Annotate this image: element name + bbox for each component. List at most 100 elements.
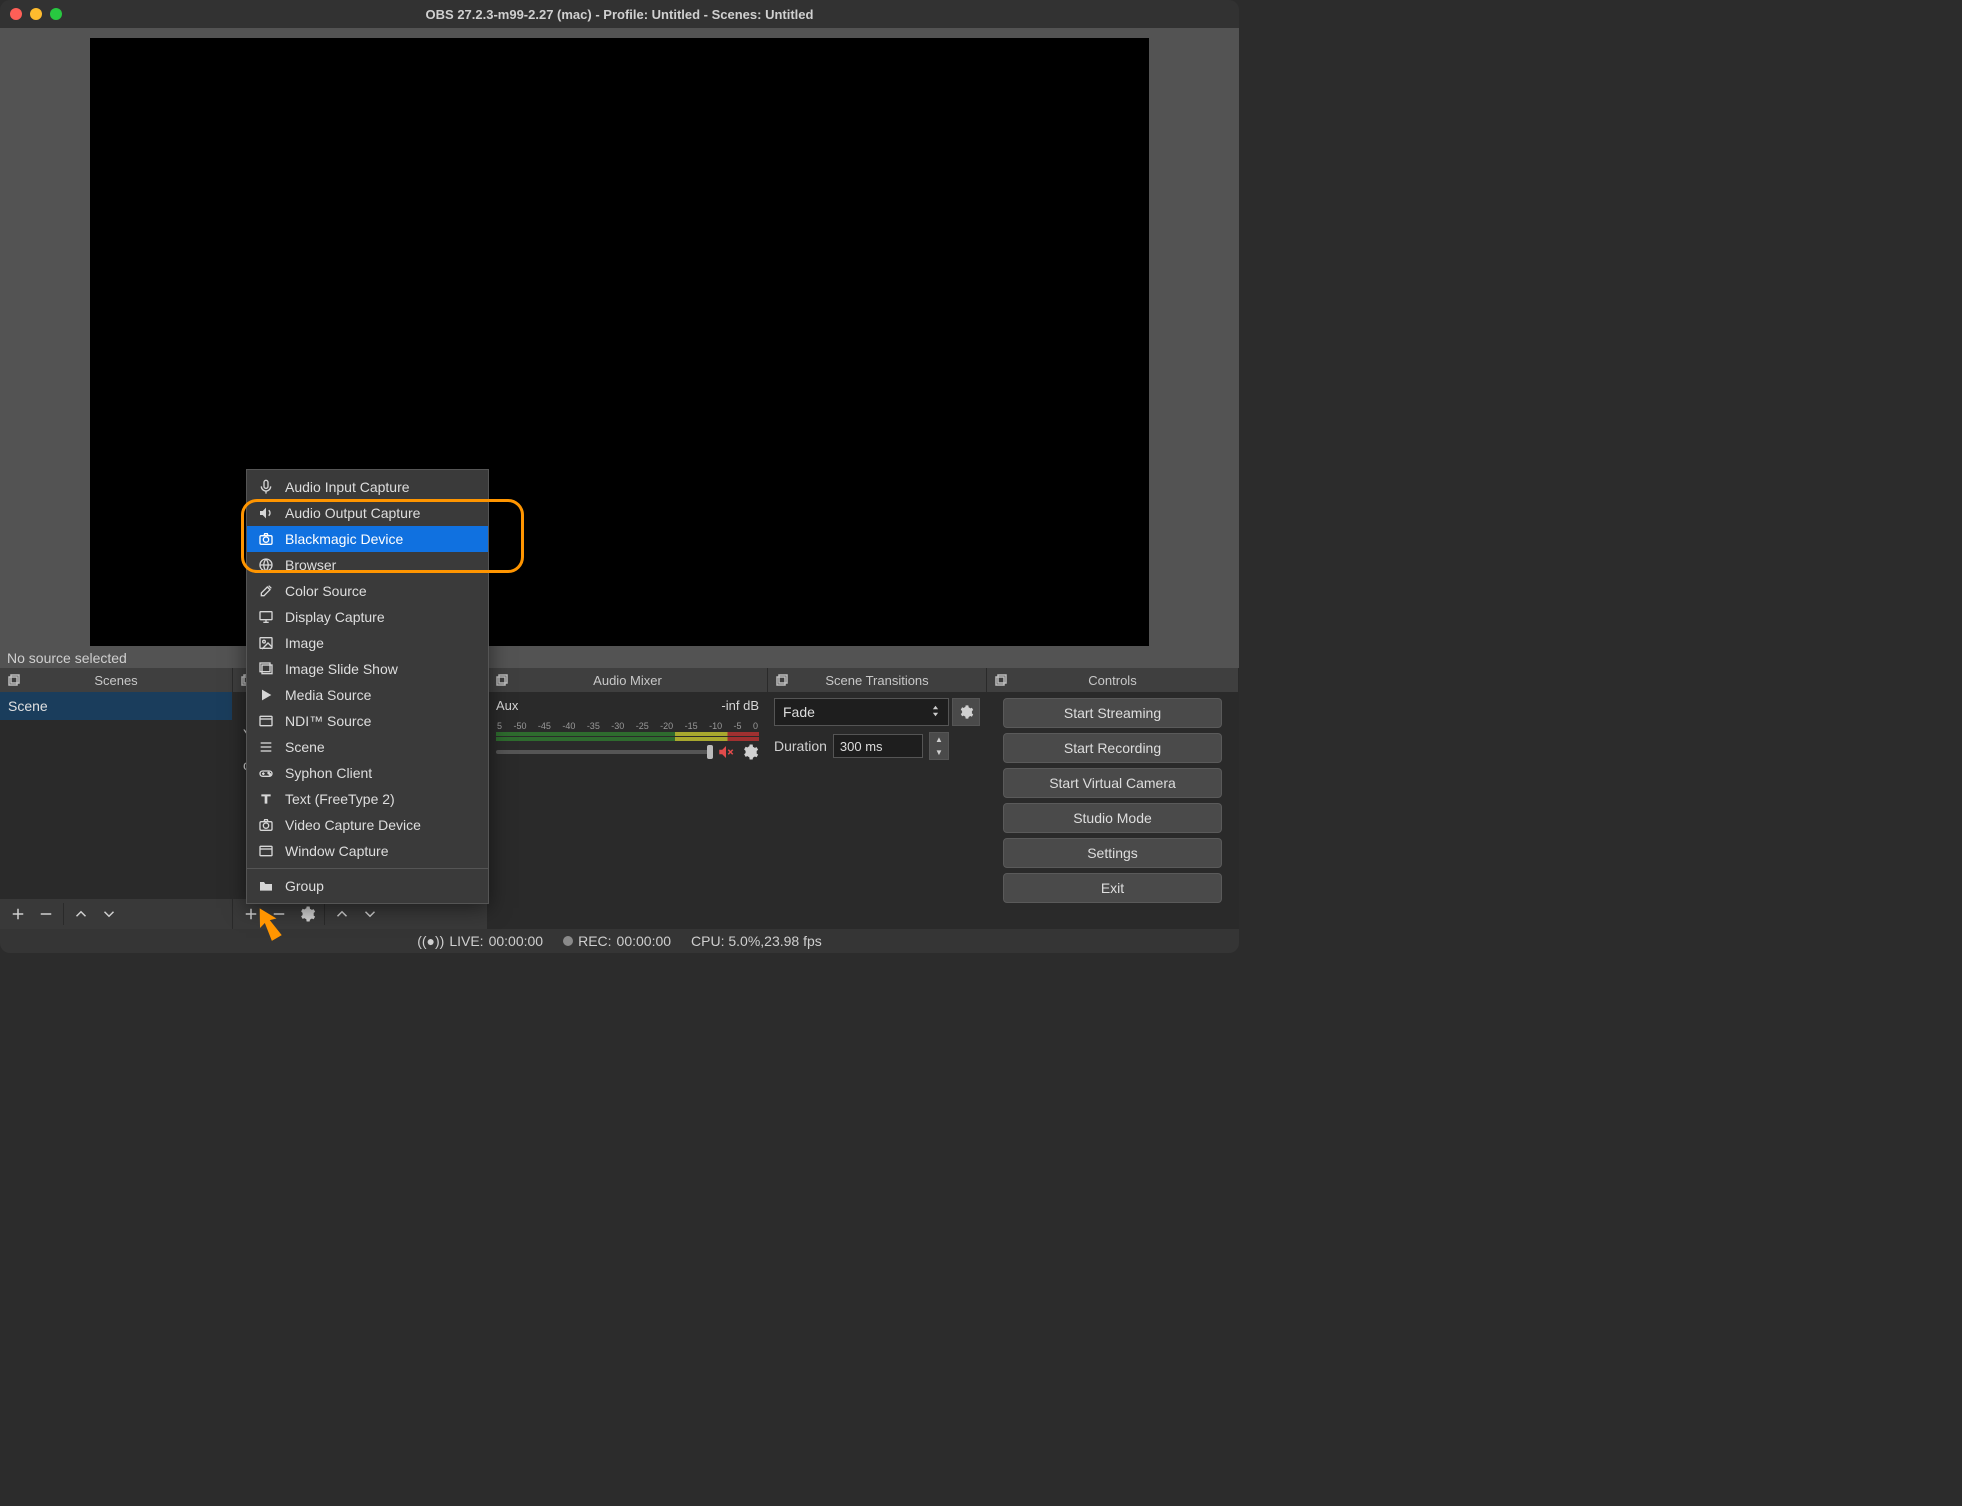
play-icon [257,686,275,704]
transition-select[interactable]: Fade [774,698,949,726]
audio-mixer-panel: Audio Mixer Aux -inf dB 5-50-45-40-35-30… [488,668,768,929]
chevron-up-icon[interactable]: ▲ [930,733,948,746]
transitions-body: Fade Duration 300 ms ▲▼ [768,692,986,929]
status-rec: REC: 00:00:00 [563,933,671,949]
app-window: OBS 27.2.3-m99-2.27 (mac) - Profile: Unt… [0,0,1239,953]
scenes-toolbar [0,899,232,929]
no-source-label: No source selected [0,648,1239,668]
volume-slider[interactable] [496,750,711,754]
duration-label: Duration [774,738,827,754]
controls-body: Start Streaming Start Recording Start Vi… [987,692,1238,929]
monitor-icon [257,608,275,626]
window-icon [257,842,275,860]
start-streaming-button[interactable]: Start Streaming [1003,698,1222,728]
source-settings-button[interactable] [293,900,321,928]
traffic-lights [10,8,62,20]
window-close-button[interactable] [10,8,22,20]
transitions-title: Scene Transitions [825,673,928,688]
titlebar: OBS 27.2.3-m99-2.27 (mac) - Profile: Unt… [0,0,1239,28]
transition-selected-label: Fade [783,704,815,720]
source-menu-item-window-capture[interactable]: Window Capture [247,838,488,864]
undock-icon[interactable] [993,672,1009,688]
globe-icon [257,556,275,574]
source-menu-item-scene[interactable]: Scene [247,734,488,760]
source-menu-item-image-slide-show[interactable]: Image Slide Show [247,656,488,682]
window-title: OBS 27.2.3-m99-2.27 (mac) - Profile: Unt… [0,7,1239,22]
mixer-level-readout: -inf dB [721,698,759,713]
source-menu-item-group[interactable]: Group [247,873,488,899]
source-menu-item-image[interactable]: Image [247,630,488,656]
undock-icon[interactable] [494,672,510,688]
undock-icon[interactable] [774,672,790,688]
start-virtual-camera-button[interactable]: Start Virtual Camera [1003,768,1222,798]
mixer-title: Audio Mixer [593,673,662,688]
record-dot-icon [563,936,573,946]
source-menu-item-audio-output-capture[interactable]: Audio Output Capture [247,500,488,526]
mute-icon[interactable] [717,743,735,761]
transitions-header: Scene Transitions [768,668,986,692]
ndi-icon [257,712,275,730]
transition-settings-button[interactable] [952,698,980,726]
mixer-body: Aux -inf dB 5-50-45-40-35-30-25-20-15-10… [488,692,767,929]
window-minimize-button[interactable] [30,8,42,20]
scenes-header: Scenes [0,668,232,692]
menu-separator [247,868,488,869]
brush-icon [257,582,275,600]
move-scene-up-button[interactable] [67,900,95,928]
status-bar: ((●)) LIVE: 00:00:00 REC: 00:00:00 CPU: … [0,929,1239,953]
gamepad-icon [257,764,275,782]
mixer-header: Audio Mixer [488,668,767,692]
remove-scene-button[interactable] [32,900,60,928]
channel-settings-icon[interactable] [741,743,759,761]
source-menu-item-media-source[interactable]: Media Source [247,682,488,708]
source-menu-item-display-capture[interactable]: Display Capture [247,604,488,630]
add-source-menu[interactable]: Audio Input CaptureAudio Output CaptureB… [246,469,489,904]
panels-row: Scenes Scene Sources Yo [0,668,1239,929]
transitions-panel: Scene Transitions Fade Duration 300 ms ▲… [768,668,987,929]
exit-button[interactable]: Exit [1003,873,1222,903]
move-source-down-button[interactable] [356,900,384,928]
controls-panel: Controls Start Streaming Start Recording… [987,668,1239,929]
duration-input[interactable]: 300 ms [833,734,923,758]
updown-icon [931,704,940,721]
source-menu-item-video-capture-device[interactable]: Video Capture Device [247,812,488,838]
source-menu-item-ndi-source[interactable]: NDI™ Source [247,708,488,734]
images-icon [257,660,275,678]
scene-item[interactable]: Scene [0,692,232,720]
source-menu-item-browser[interactable]: Browser [247,552,488,578]
scenes-list[interactable]: Scene [0,692,232,899]
chevron-down-icon[interactable]: ▼ [930,746,948,759]
controls-header: Controls [987,668,1238,692]
mic-icon [257,478,275,496]
scenes-title: Scenes [94,673,137,688]
settings-button[interactable]: Settings [1003,838,1222,868]
source-menu-item-color-source[interactable]: Color Source [247,578,488,604]
broadcast-icon: ((●)) [417,933,444,949]
studio-mode-button[interactable]: Studio Mode [1003,803,1222,833]
source-menu-item-blackmagic-device[interactable]: Blackmagic Device [247,526,488,552]
preview-area [0,28,1239,648]
add-scene-button[interactable] [4,900,32,928]
undock-icon[interactable] [6,672,22,688]
move-source-up-button[interactable] [328,900,356,928]
duration-stepper[interactable]: ▲▼ [929,732,949,760]
list-icon [257,738,275,756]
status-live: ((●)) LIVE: 00:00:00 [417,933,543,949]
mixer-channel-name: Aux [496,698,518,713]
scenes-panel: Scenes Scene [0,668,233,929]
source-menu-item-syphon-client[interactable]: Syphon Client [247,760,488,786]
audio-meter: 5-50-45-40-35-30-25-20-15-10-50 [496,721,759,735]
image-icon [257,634,275,652]
controls-title: Controls [1088,673,1136,688]
folder-icon [257,877,275,895]
text-icon [257,790,275,808]
source-menu-item-audio-input-capture[interactable]: Audio Input Capture [247,474,488,500]
camera-icon [257,530,275,548]
source-menu-item-text-freetype-2-[interactable]: Text (FreeType 2) [247,786,488,812]
start-recording-button[interactable]: Start Recording [1003,733,1222,763]
status-cpu: CPU: 5.0%,23.98 fps [691,933,822,949]
camera-icon [257,816,275,834]
speaker-icon [257,504,275,522]
move-scene-down-button[interactable] [95,900,123,928]
window-maximize-button[interactable] [50,8,62,20]
